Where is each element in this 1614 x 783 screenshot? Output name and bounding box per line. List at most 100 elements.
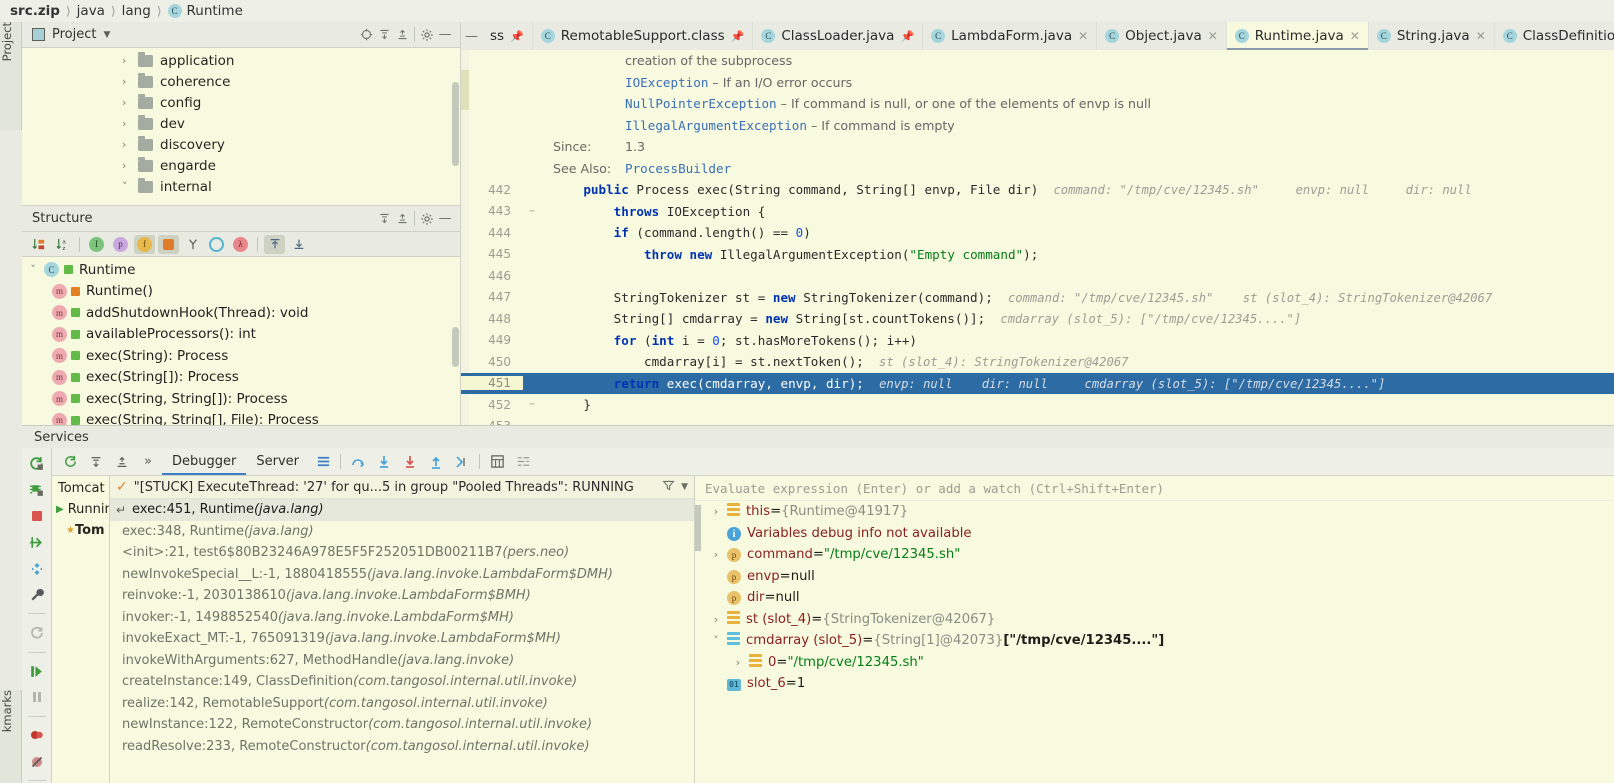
- close-icon[interactable]: ✕: [1350, 29, 1360, 43]
- collapse-all-icon[interactable]: [393, 210, 411, 228]
- variable-row[interactable]: ˅ cmdarray (slot_5) = {String[1]@42073} […: [695, 630, 1614, 652]
- sort-alphabetically-icon[interactable]: az: [52, 235, 73, 254]
- variable-row[interactable]: p dir = null: [695, 587, 1614, 609]
- tool-window-stripe-project[interactable]: Project: [0, 22, 22, 130]
- editor-tab[interactable]: C Runtime.java ✕: [1226, 22, 1369, 50]
- editor-line[interactable]: 443− throws IOException {: [461, 201, 1614, 223]
- editor-line[interactable]: 447 StringTokenizer st = new StringToken…: [461, 287, 1614, 309]
- stack-frame[interactable]: <init>:21, test6$80B23246A978E5F5F252051…: [110, 542, 694, 564]
- stack-frame[interactable]: newInstance:122, RemoteConstructor (com.…: [110, 714, 694, 736]
- expand-all-icon[interactable]: [84, 451, 108, 473]
- sort-by-visibility-icon[interactable]: [28, 235, 49, 254]
- variable-row[interactable]: p envp = null: [695, 566, 1614, 588]
- structure-tree[interactable]: ˅ C Runtime m Runtime() m addShutdownHook(Thre…: [22, 257, 460, 425]
- step-out-icon[interactable]: [424, 451, 448, 473]
- variable-row[interactable]: › st (slot_4) = {StringTokenizer@42067}: [695, 609, 1614, 631]
- show-lambdas-icon[interactable]: λ: [230, 235, 251, 254]
- variable-row[interactable]: › p command = "/tmp/cve/12345.sh": [695, 544, 1614, 566]
- collapse-all-icon[interactable]: [110, 451, 134, 473]
- wrench-icon[interactable]: [26, 585, 48, 604]
- play-icon[interactable]: ▶: [52, 504, 68, 515]
- close-icon[interactable]: ✕: [1208, 29, 1218, 43]
- show-fields-icon[interactable]: f: [134, 234, 155, 254]
- collapse-all-icon[interactable]: [393, 26, 411, 44]
- breakpoints-icon[interactable]: [26, 726, 48, 745]
- force-step-into-icon[interactable]: [398, 451, 422, 473]
- resume-icon[interactable]: [26, 533, 48, 552]
- editor-line[interactable]: 448 String[] cmdarray = new String[st.co…: [461, 308, 1614, 330]
- variable-row[interactable]: › this = {Runtime@41917}: [695, 501, 1614, 523]
- breadcrumb-item-2[interactable]: lang: [120, 3, 153, 19]
- fold-marker[interactable]: −: [523, 399, 541, 410]
- rerun-service-icon[interactable]: [58, 451, 82, 473]
- project-tree-item[interactable]: ˅ internal: [22, 176, 460, 197]
- structure-tree-item[interactable]: m exec(String[]): Process: [22, 367, 460, 389]
- editor-current-line[interactable]: 451 return exec(cmdarray, envp, dir); en…: [461, 372, 1614, 394]
- project-tree-item[interactable]: › engarde: [22, 155, 460, 176]
- show-non-public-icon[interactable]: [158, 234, 179, 254]
- evaluate-expression-input[interactable]: Evaluate expression (Enter) or add a wat…: [695, 476, 1614, 501]
- editor-tab[interactable]: C LambdaForm.java ✕: [923, 22, 1098, 50]
- debug-tab-server[interactable]: Server: [246, 448, 309, 475]
- thread-selector[interactable]: ✓ "[STUCK] ExecuteThread: '27' for qu...…: [110, 476, 694, 499]
- editor-tab[interactable]: CClassDefinition.class✕: [1495, 22, 1614, 50]
- chevron-right-icon[interactable]: ›: [727, 656, 749, 669]
- stack-frame[interactable]: createInstance:149, ClassDefinition (com…: [110, 671, 694, 693]
- chevron-right-icon[interactable]: ›: [122, 159, 138, 172]
- gutter-line-number[interactable]: 442: [461, 183, 523, 197]
- run-to-cursor-icon[interactable]: [450, 451, 474, 473]
- chevron-down-icon[interactable]: ˅: [22, 263, 44, 276]
- chevron-right-icon[interactable]: ›: [705, 505, 727, 518]
- step-over-icon[interactable]: [346, 451, 370, 473]
- expand-all-icon[interactable]: [375, 26, 393, 44]
- gutter-line-number[interactable]: 449: [461, 333, 523, 347]
- services-tree-item[interactable]: ▶Running: [52, 499, 109, 520]
- console-icon[interactable]: [311, 451, 335, 473]
- chevron-right-icon[interactable]: ›: [122, 75, 138, 88]
- structure-tree-item[interactable]: m Runtime(): [22, 281, 460, 303]
- stack-frame[interactable]: invokeWithArguments:627, MethodHandle (j…: [110, 650, 694, 672]
- stack-frame[interactable]: readResolve:233, RemoteConstructor (com.…: [110, 736, 694, 758]
- project-tree-scrollbar[interactable]: [452, 82, 459, 166]
- project-tree-item[interactable]: › discovery: [22, 134, 460, 155]
- chevron-right-icon[interactable]: ›: [122, 96, 138, 109]
- frames-list[interactable]: ↵ exec:451, Runtime (java.lang) exec:348, …: [110, 499, 694, 757]
- stack-frame[interactable]: newInvokeSpecial__L:-1, 1880418555 (java…: [110, 564, 694, 586]
- resume-program-icon[interactable]: [26, 661, 48, 680]
- editor-line[interactable]: 452− }: [461, 394, 1614, 416]
- gutter-line-number[interactable]: 446: [461, 269, 523, 283]
- chevron-down-icon[interactable]: ˅: [122, 180, 138, 193]
- breadcrumb-item-3-wrap[interactable]: C Runtime: [166, 3, 245, 19]
- variables-list[interactable]: › this = {Runtime@41917} i Variables debug …: [695, 501, 1614, 695]
- gutter-line-number[interactable]: 452: [461, 398, 523, 412]
- project-tree-item[interactable]: › application: [22, 50, 460, 71]
- evaluate-icon[interactable]: [485, 451, 509, 473]
- structure-tree-item[interactable]: m exec(String, String[]): Process: [22, 388, 460, 410]
- structure-tree-item[interactable]: m exec(String, String[], File): Process: [22, 410, 460, 425]
- debug-tab-debugger[interactable]: Debugger: [162, 448, 246, 475]
- variable-row[interactable]: › 0 = "/tmp/cve/12345.sh": [695, 652, 1614, 674]
- chevron-down-icon[interactable]: ▼: [681, 482, 688, 492]
- locate-icon[interactable]: [357, 26, 375, 44]
- step-into-icon[interactable]: [372, 451, 396, 473]
- structure-tree-item[interactable]: m availableProcessors(): int: [22, 324, 460, 346]
- pause-icon[interactable]: [26, 688, 48, 707]
- chevron-right-icon[interactable]: ›: [122, 54, 138, 67]
- show-inherited-icon[interactable]: I: [86, 235, 107, 254]
- editor-tab[interactable]: C ClassLoader.java 📌: [753, 22, 924, 50]
- gear-icon[interactable]: [418, 210, 436, 228]
- mute-breakpoints-icon[interactable]: [26, 752, 48, 771]
- stack-frame[interactable]: exec:348, Runtime (java.lang): [110, 521, 694, 543]
- minimize-icon[interactable]: —: [436, 210, 454, 228]
- gutter-line-number[interactable]: 450: [461, 355, 523, 369]
- chevron-right-icon[interactable]: ›: [705, 548, 727, 561]
- editor-line[interactable]: 442 public Process exec(String command, …: [461, 179, 1614, 201]
- services-tree[interactable]: Tomcat S▶Running★Tom: [52, 476, 110, 783]
- settings-dots-icon[interactable]: [26, 559, 48, 578]
- chevron-right-icon[interactable]: ›: [705, 613, 727, 626]
- breadcrumb-item-0[interactable]: src.zip: [8, 3, 62, 19]
- variable-row[interactable]: i Variables debug info not available: [695, 523, 1614, 545]
- services-tree-item[interactable]: ★ Tom: [52, 520, 109, 541]
- stack-frame[interactable]: realize:142, RemotableSupport (com.tango…: [110, 693, 694, 715]
- code-editor[interactable]: creation of the subprocess IOException – …: [461, 50, 1614, 425]
